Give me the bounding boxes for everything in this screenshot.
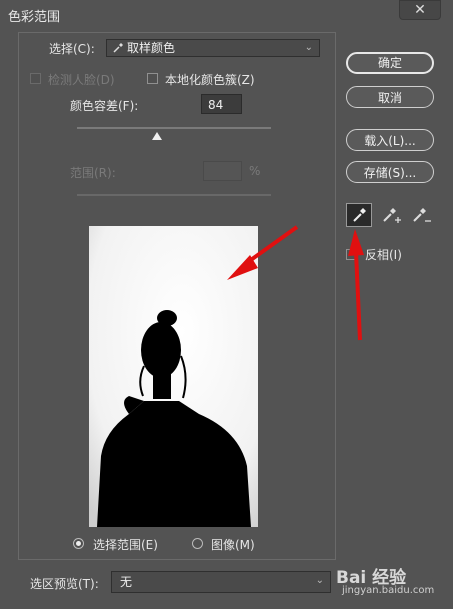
watermark-url: jingyan.baidu.com [342,585,435,596]
annotation-arrows [227,225,364,341]
red-arrow-up [348,229,364,341]
red-arrow-diagonal [227,225,299,280]
